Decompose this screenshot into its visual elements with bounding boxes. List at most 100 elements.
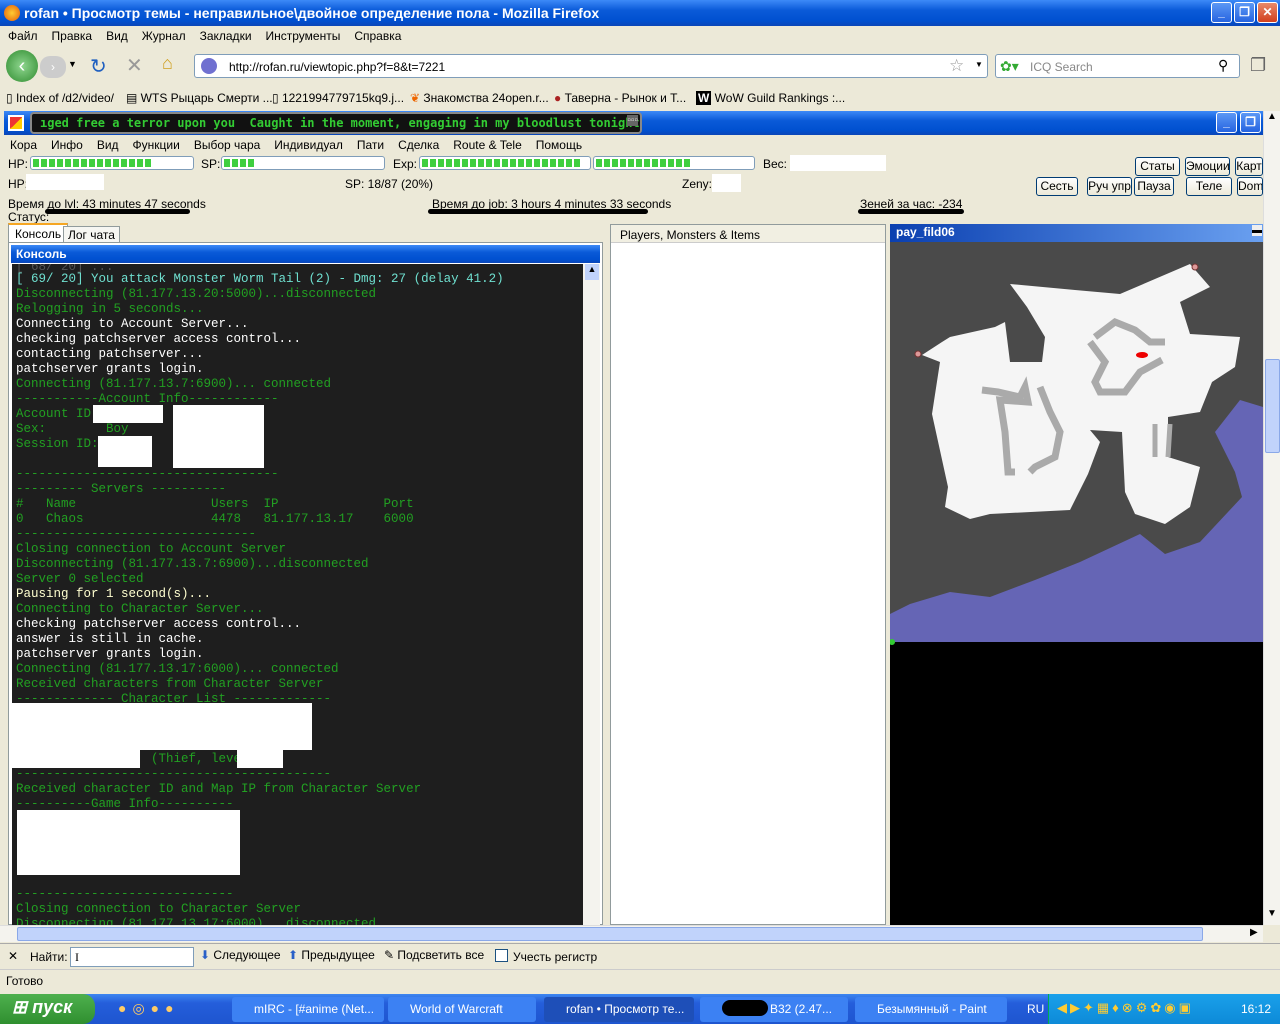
app-minimize-button[interactable]: _ [1216, 112, 1237, 133]
manual-control-button[interactable]: Руч упр [1087, 177, 1132, 196]
hp-label: HP: [8, 157, 29, 171]
bookmark-5[interactable]: W WoW Guild Rankings :... [696, 91, 845, 105]
console-header: Консоль [11, 245, 600, 263]
bookmark-4[interactable]: ● Таверна - Рынок и Т... [554, 91, 686, 105]
teleport-button[interactable]: Теле [1186, 177, 1232, 196]
app-title-bar: ıged free a terror upon you Caught in th… [4, 111, 1263, 135]
map-minimize-icon[interactable]: ▬ [1252, 225, 1262, 236]
stop-icon[interactable]: ✕ [126, 53, 143, 78]
back-button[interactable]: ‹ [6, 50, 38, 82]
hp-text-label: HP: [8, 177, 29, 191]
menu-edit[interactable]: Правка [52, 29, 93, 43]
app-menu-individual[interactable]: Индивидуал [274, 138, 343, 152]
quick-launch-icons[interactable]: ●◎●● [118, 1000, 180, 1017]
app-menu-party[interactable]: Пати [357, 138, 384, 152]
app-menu-deal[interactable]: Сделка [398, 138, 439, 152]
taskbar-firefox[interactable]: rofan • Просмотр те... [544, 997, 694, 1022]
close-button[interactable]: ✕ [1257, 2, 1278, 23]
sit-button[interactable]: Сесть [1036, 177, 1078, 196]
firefox-icon [4, 5, 20, 21]
app-menu-info[interactable]: Инфо [51, 138, 83, 152]
app-menu-route[interactable]: Route & Tele [453, 138, 522, 152]
app-restore-button[interactable]: ❐ [1240, 112, 1261, 133]
stats-button[interactable]: Статы [1135, 157, 1180, 176]
highlight-all-button[interactable]: ✎ Подсветить все [384, 948, 484, 962]
menu-help[interactable]: Справка [354, 29, 401, 43]
app-menu-functions[interactable]: Функции [133, 138, 180, 152]
bookmark-0[interactable]: ▯ Index of /d2/video/ [6, 91, 114, 105]
redacted-block [173, 405, 264, 468]
match-case-checkbox[interactable] [495, 949, 508, 962]
bookmark-1[interactable]: ▤ WTS Рыцарь Смерти ... [126, 91, 273, 105]
scroll-down-icon[interactable]: ▼ [1267, 908, 1277, 919]
scroll-up-icon[interactable]: ▲ [1267, 111, 1277, 122]
find-next-button[interactable]: ⬇ Следующее [200, 948, 281, 962]
console-output[interactable]: [ 68/ 20] ... [ 69/ 20] You attack Monst… [12, 264, 583, 925]
bar-fill [422, 159, 580, 167]
bookmark-3[interactable]: ❦ Знакомства 24open.r... [410, 91, 549, 105]
vertical-scrollbar[interactable]: ▲ ▼ [1263, 111, 1280, 925]
url-dropdown-icon[interactable]: ▼ [975, 60, 983, 69]
app-menu-view[interactable]: Вид [97, 138, 119, 152]
h-scrollbar-thumb[interactable] [17, 927, 1203, 941]
exp-label: Exp: [393, 157, 418, 171]
search-box[interactable]: ✿▾ ICQ Search ⚲ [995, 54, 1240, 78]
menu-view[interactable]: Вид [106, 29, 128, 43]
console-line: checking patchserver access control... [16, 332, 302, 346]
redacted-block [237, 750, 283, 768]
weight-label: Вес: [763, 157, 788, 171]
emotions-button[interactable]: Эмоции [1185, 157, 1230, 176]
url-bar[interactable]: http://rofan.ru/viewtopic.php?f=8&t=7221… [194, 54, 988, 78]
find-close-icon[interactable]: ✕ [8, 949, 18, 963]
minimap[interactable] [890, 242, 1263, 925]
menu-bookmarks[interactable]: Закладки [200, 29, 252, 43]
app-menu-char-select[interactable]: Выбор чара [194, 138, 260, 152]
bookmark-2[interactable]: ▯ 1221994779715kq9.j... [272, 91, 404, 105]
console-line: Sex: Boy [16, 422, 129, 436]
navigation-toolbar: ‹ › ▼ ↻ ✕ ⌂ http://rofan.ru/viewtopic.ph… [0, 47, 1280, 87]
menu-history[interactable]: Журнал [142, 29, 186, 43]
taskbar-mirc[interactable]: mIRC - [#anime (Net... [232, 997, 384, 1022]
start-button[interactable]: ⊞ пуск [0, 994, 95, 1024]
app-menu-help[interactable]: Помощь [536, 138, 582, 152]
players-title: Players, Monsters & Items [620, 228, 761, 242]
horizontal-scrollbar[interactable]: ▶ [0, 925, 1263, 942]
history-dropdown-icon[interactable]: ▼ [68, 59, 77, 69]
console-scrollbar[interactable]: ▲ [583, 264, 600, 925]
map-button[interactable]: Карт [1235, 157, 1263, 176]
forward-button[interactable]: › [40, 56, 66, 78]
menu-file[interactable]: Файл [8, 29, 38, 43]
find-input[interactable]: I [70, 947, 194, 967]
console-line: ----------------------------------------… [16, 767, 332, 781]
scroll-right-icon[interactable]: ▶ [1250, 927, 1258, 938]
console-scroll-up-icon[interactable]: ▲ [585, 264, 599, 280]
scrollbar-thumb[interactable] [1265, 359, 1280, 453]
taskbar-wow[interactable]: World of Warcraft [388, 997, 536, 1022]
search-engine-icon[interactable]: ✿▾ [1000, 58, 1019, 75]
reload-icon[interactable]: ↻ [90, 54, 107, 79]
app-menu-kora[interactable]: Кора [10, 138, 37, 152]
marquee-text: ıged free a terror upon you Caught in th… [40, 116, 642, 130]
minimize-button[interactable]: _ [1211, 2, 1232, 23]
taskbar-paint[interactable]: Безымянный - Paint [855, 997, 1007, 1022]
find-previous-button[interactable]: ⬆ Предыдущее [288, 948, 375, 962]
menu-bar: Файл Правка Вид Журнал Закладки Инструменты Сп… [8, 29, 415, 43]
app-menu-bar: Кора Инфо Вид Функции Выбор чара Индивидуал Па… [10, 138, 596, 152]
marquee-controls-icon[interactable]: ▫▫▫ [627, 115, 638, 126]
menu-tools[interactable]: Инструменты [266, 29, 341, 43]
home-button[interactable]: Doma [1237, 177, 1263, 196]
pause-button[interactable]: Пауза [1134, 177, 1174, 196]
console-line: Disconnecting (81.177.13.17:6000)...disc… [16, 917, 377, 925]
bookmark-star-icon[interactable]: ☆ [949, 56, 964, 76]
tab-console[interactable]: Консоль [8, 223, 69, 243]
console-line: Pausing for 1 second(s)... [16, 587, 212, 601]
tray-icons[interactable]: ◀▶✦▦♦⊗⚙✿◉▣ [1057, 1000, 1194, 1016]
restore-button[interactable]: ❐ [1234, 2, 1255, 23]
tabs-icon[interactable]: ❐ [1250, 55, 1266, 76]
redacted-block [12, 750, 140, 768]
search-icon[interactable]: ⚲ [1218, 57, 1228, 74]
language-indicator[interactable]: RU [1027, 1002, 1044, 1016]
console-line: checking patchserver access control... [16, 617, 302, 631]
home-icon[interactable]: ⌂ [162, 53, 173, 74]
console-line: patchserver grants login. [16, 362, 204, 376]
